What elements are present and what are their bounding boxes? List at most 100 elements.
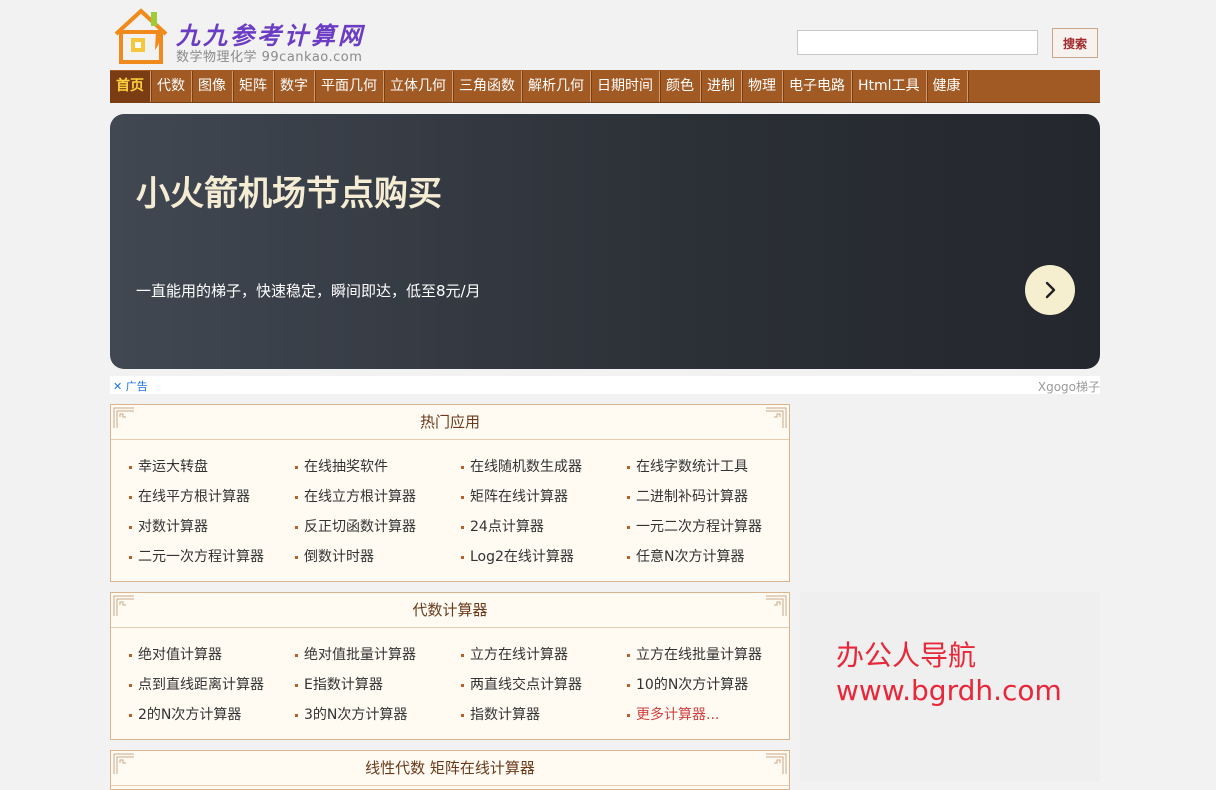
ad-footer: ✕ 广告 Xgogo梯子 bbox=[110, 376, 1100, 394]
panel-title: 热门应用 bbox=[111, 405, 789, 440]
bullet-icon bbox=[461, 525, 464, 529]
calculator-link[interactable]: 在线平方根计算器 bbox=[129, 482, 295, 512]
calculator-link[interactable]: 在线随机数生成器 bbox=[461, 452, 627, 482]
link-label: E指数计算器 bbox=[304, 677, 383, 693]
link-label: 对数计算器 bbox=[138, 519, 208, 535]
panel-hot-apps: 热门应用幸运大转盘 在线抽奖软件 在线随机数生成器 在线字数统计工具在线平方根计算器 在… bbox=[110, 404, 790, 582]
calculator-link[interactable]: 24点计算器 bbox=[461, 512, 627, 542]
calculator-link[interactable]: 更多计算器... bbox=[627, 700, 793, 730]
nav-item[interactable]: 图像 bbox=[192, 71, 233, 102]
link-label: 矩阵在线计算器 bbox=[470, 489, 568, 505]
calculator-link[interactable]: Log2在线计算器 bbox=[461, 542, 627, 572]
calculator-link[interactable]: 绝对值批量计算器 bbox=[295, 640, 461, 670]
bullet-icon bbox=[627, 653, 630, 657]
calculator-link[interactable]: 10的N次方计算器 bbox=[627, 670, 793, 700]
bullet-icon bbox=[295, 555, 298, 559]
link-label: Log2在线计算器 bbox=[470, 549, 574, 565]
nav-item[interactable]: 数字 bbox=[274, 71, 315, 102]
link-label: 在线字数统计工具 bbox=[636, 459, 748, 475]
nav-item[interactable]: 代数 bbox=[151, 71, 192, 102]
ad-banner[interactable]: 小火箭机场节点购买 一直能用的梯子，快速稳定，瞬间即达，低至8元/月 bbox=[110, 114, 1100, 369]
ad-label: 广告 bbox=[125, 380, 148, 393]
calculator-link[interactable]: 3的N次方计算器 bbox=[295, 700, 461, 730]
link-label: 绝对值批量计算器 bbox=[304, 647, 416, 663]
nav-item[interactable]: 平面几何 bbox=[315, 71, 384, 102]
panel-algebra: 代数计算器绝对值计算器 绝对值批量计算器 立方在线计算器 立方在线批量计算器点到直线距… bbox=[110, 592, 790, 740]
nav-item[interactable]: 立体几何 bbox=[384, 71, 453, 102]
corner-ornament-icon bbox=[766, 753, 787, 774]
panel-title: 代数计算器 bbox=[111, 593, 789, 628]
link-label: 在线立方根计算器 bbox=[304, 489, 416, 505]
link-label: 点到直线距离计算器 bbox=[138, 677, 264, 693]
nav-item[interactable]: 健康 bbox=[927, 71, 968, 102]
search-input[interactable] bbox=[797, 30, 1038, 55]
bullet-icon bbox=[129, 495, 132, 499]
bullet-icon bbox=[295, 525, 298, 529]
bullet-icon bbox=[295, 465, 298, 469]
calculator-link[interactable]: 幸运大转盘 bbox=[129, 452, 295, 482]
calculator-link[interactable]: 立方在线批量计算器 bbox=[627, 640, 793, 670]
nav-item[interactable]: 颜色 bbox=[660, 71, 701, 102]
panel-title-text: 热门应用 bbox=[419, 413, 480, 431]
calculator-link[interactable]: 立方在线计算器 bbox=[461, 640, 627, 670]
house-logo-icon bbox=[114, 8, 168, 64]
corner-ornament-icon bbox=[113, 595, 134, 616]
calculator-link[interactable]: 点到直线距离计算器 bbox=[129, 670, 295, 700]
nav-item[interactable]: 电子电路 bbox=[783, 71, 852, 102]
calculator-link[interactable]: 对数计算器 bbox=[129, 512, 295, 542]
calculator-link[interactable]: 绝对值计算器 bbox=[129, 640, 295, 670]
ad-description: 一直能用的梯子，快速稳定，瞬间即达，低至8元/月 bbox=[136, 282, 481, 300]
link-label: 更多计算器... bbox=[636, 707, 720, 723]
link-label: 一元二次方程计算器 bbox=[636, 519, 762, 535]
calculator-link[interactable]: 二元一次方程计算器 bbox=[129, 542, 295, 572]
nav-item[interactable]: 解析几何 bbox=[522, 71, 591, 102]
bullet-icon bbox=[129, 465, 132, 469]
nav-item[interactable]: Html工具 bbox=[852, 71, 927, 102]
ad-arrow-button[interactable] bbox=[1025, 265, 1075, 315]
nav-item[interactable]: 矩阵 bbox=[233, 71, 274, 102]
calculator-link[interactable]: 反正切函数计算器 bbox=[295, 512, 461, 542]
link-label: 二元一次方程计算器 bbox=[138, 549, 264, 565]
bullet-icon bbox=[295, 713, 298, 717]
calculator-link[interactable]: 任意N次方计算器 bbox=[627, 542, 793, 572]
calculator-link[interactable]: E指数计算器 bbox=[295, 670, 461, 700]
link-label: 二进制补码计算器 bbox=[636, 489, 748, 505]
ad-source[interactable]: Xgogo梯子 bbox=[1038, 378, 1100, 395]
nav-item[interactable]: 日期时间 bbox=[591, 71, 660, 102]
calculator-link[interactable]: 在线立方根计算器 bbox=[295, 482, 461, 512]
calculator-link[interactable]: 指数计算器 bbox=[461, 700, 627, 730]
calculator-link[interactable]: 二进制补码计算器 bbox=[627, 482, 793, 512]
link-label: 在线随机数生成器 bbox=[470, 459, 582, 475]
bullet-icon bbox=[627, 555, 630, 559]
bullet-icon bbox=[129, 555, 132, 559]
bullet-icon bbox=[627, 713, 630, 717]
corner-ornament-icon bbox=[766, 407, 787, 428]
calculator-link[interactable]: 倒数计时器 bbox=[295, 542, 461, 572]
chevron-right-icon bbox=[1045, 281, 1056, 299]
link-label: 在线平方根计算器 bbox=[138, 489, 250, 505]
link-label: 立方在线批量计算器 bbox=[636, 647, 762, 663]
link-label: 10的N次方计算器 bbox=[636, 677, 749, 693]
logo-subtitle: 数学物理化学 99cankao.com bbox=[176, 50, 363, 65]
search-button[interactable]: 搜索 bbox=[1052, 28, 1098, 58]
site-logo[interactable]: 九九参考计算网 数学物理化学 99cankao.com bbox=[110, 6, 380, 65]
calculator-link[interactable]: 在线字数统计工具 bbox=[627, 452, 793, 482]
calculator-link[interactable]: 在线抽奖软件 bbox=[295, 452, 461, 482]
nav-item[interactable]: 物理 bbox=[742, 71, 783, 102]
ad-title: 小火箭机场节点购买 bbox=[136, 174, 442, 214]
bullet-icon bbox=[129, 683, 132, 687]
calculator-link[interactable]: 2的N次方计算器 bbox=[129, 700, 295, 730]
link-label: 两直线交点计算器 bbox=[470, 677, 582, 693]
calculator-link[interactable]: 矩阵在线计算器 bbox=[461, 482, 627, 512]
bullet-icon bbox=[129, 525, 132, 529]
calculator-link[interactable]: 两直线交点计算器 bbox=[461, 670, 627, 700]
nav-item[interactable]: 进制 bbox=[701, 71, 742, 102]
ad-close-button[interactable]: ✕ 广告 bbox=[113, 378, 148, 394]
side-ad[interactable]: 办公人导航 www.bgrdh.com bbox=[800, 592, 1100, 782]
calculator-link[interactable]: 一元二次方程计算器 bbox=[627, 512, 793, 542]
nav-item[interactable]: 三角函数 bbox=[453, 71, 522, 102]
link-label: 绝对值计算器 bbox=[138, 647, 222, 663]
nav-item[interactable]: 首页 bbox=[110, 71, 151, 102]
link-label: 任意N次方计算器 bbox=[636, 549, 745, 565]
bullet-icon bbox=[461, 683, 464, 687]
